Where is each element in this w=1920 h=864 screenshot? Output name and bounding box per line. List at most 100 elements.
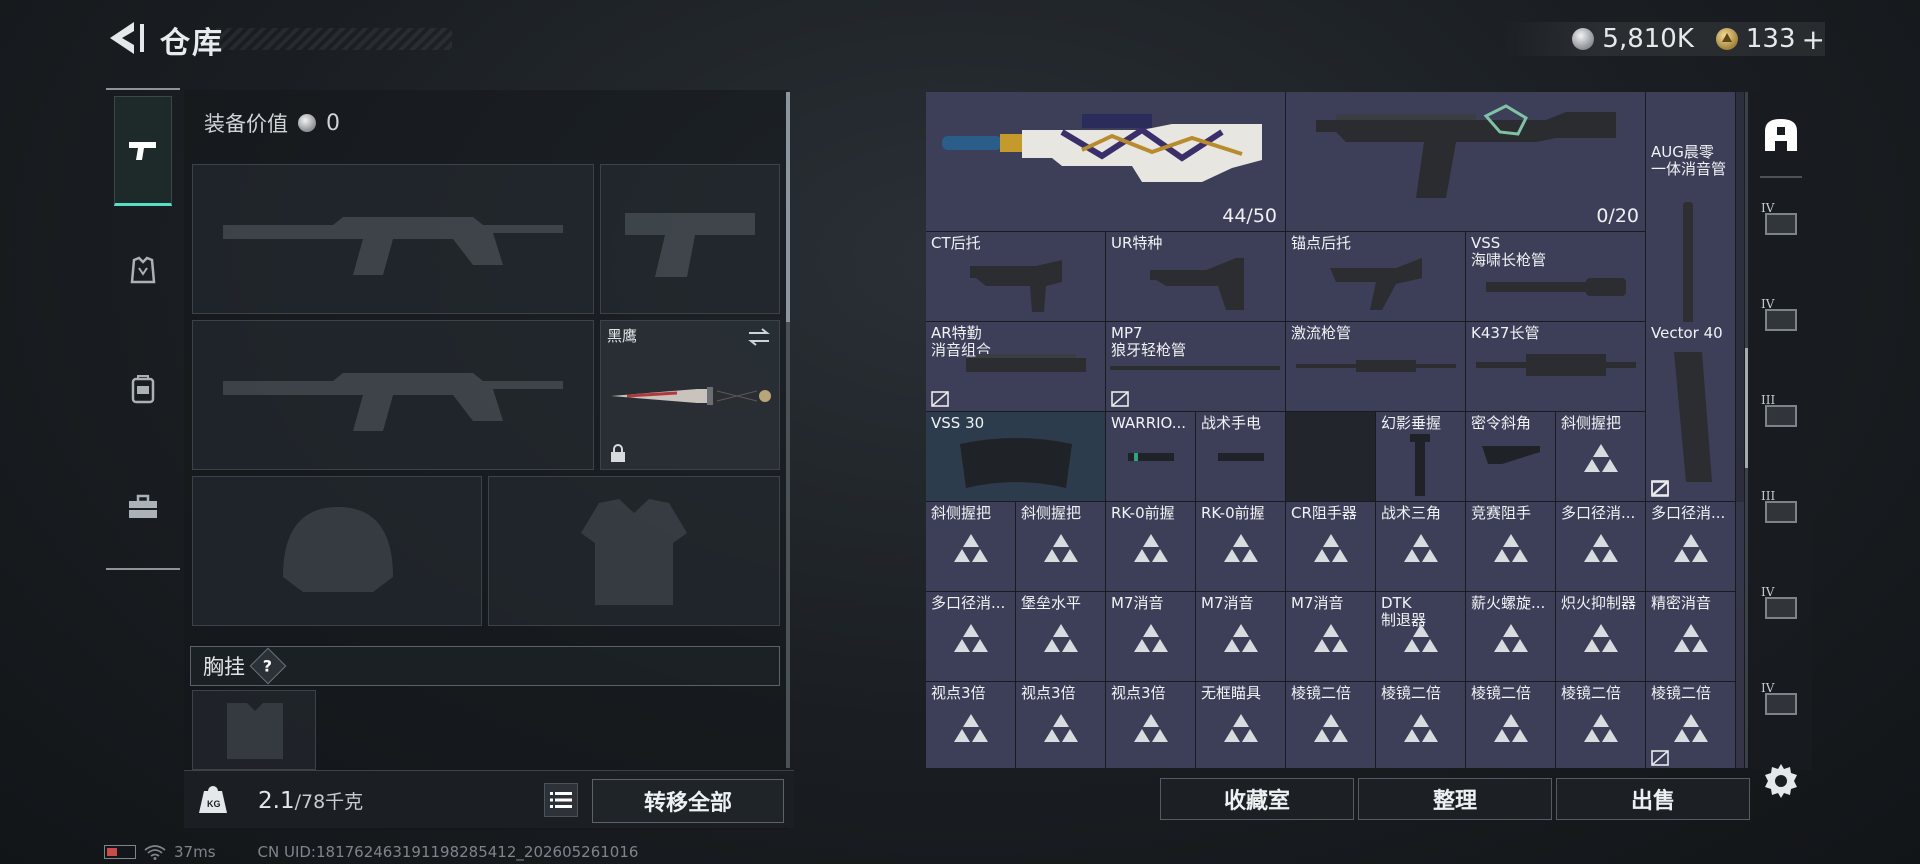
sidebar-tier-tab[interactable]: III — [1756, 378, 1806, 448]
storage-item[interactable]: 视点3倍 — [1106, 682, 1196, 768]
item-label: M7消音 — [1291, 594, 1344, 612]
storage-item[interactable]: CR阻手器 — [1286, 502, 1376, 592]
add-gold-button[interactable]: + — [1802, 23, 1825, 56]
status-bar: 37ms CN UID:18176246319119828541​2_20260… — [104, 842, 638, 862]
sidebar-tier-tab[interactable]: III — [1756, 474, 1806, 544]
carry-weight: 2.1/78千克 — [258, 787, 363, 814]
body-armor-slot[interactable] — [488, 476, 780, 626]
storage-item[interactable]: 激流枪管 — [1286, 322, 1466, 412]
sidebar-tier-tab[interactable]: IV — [1756, 282, 1806, 352]
storage-item[interactable]: UR特种 — [1106, 232, 1286, 322]
sidearm-slot[interactable] — [600, 164, 780, 314]
sidebar-tier-tab[interactable]: IV — [1756, 186, 1806, 256]
sidebar-tier-tab[interactable]: IV — [1756, 570, 1806, 640]
tab-weapons[interactable] — [114, 96, 172, 206]
tab-armor[interactable] — [114, 216, 172, 326]
storage-item[interactable]: CT后托 — [926, 232, 1106, 322]
storage-item[interactable]: 锚点后托 — [1286, 232, 1466, 322]
collection-room-button[interactable]: 收藏室 — [1160, 778, 1354, 820]
helmet-silhouette-icon — [283, 507, 393, 592]
storage-item[interactable]: 炽火抑制器 — [1556, 592, 1646, 682]
equipment-scroll-thumb[interactable] — [786, 92, 790, 322]
melee-slot[interactable]: 黑鹰 — [600, 320, 780, 470]
item-label: RK-0前握 — [1201, 504, 1265, 522]
storage-item[interactable]: 精密消音 — [1646, 592, 1736, 682]
item-label: 无框瞄具 — [1201, 684, 1262, 702]
storage-main-tab[interactable] — [1756, 100, 1806, 170]
storage-item[interactable]: M7消音 — [1196, 592, 1286, 682]
storage-item[interactable]: 棱镜二倍 — [1286, 682, 1376, 768]
storage-item[interactable]: K437长管 — [1466, 322, 1646, 412]
storage-item-p90[interactable]: 44/50 — [926, 92, 1286, 232]
transfer-all-button[interactable]: 转移全部 — [592, 779, 784, 823]
storage-item[interactable]: WARRIO... — [1106, 412, 1196, 502]
storage-item[interactable]: 多口径消... — [926, 592, 1016, 682]
back-arrow-icon[interactable] — [104, 18, 148, 58]
storage-item[interactable]: 幻影垂握 — [1376, 412, 1466, 502]
list-icon — [550, 792, 572, 808]
backpack-icon — [131, 375, 155, 404]
storage-item[interactable]: 棱镜二倍 — [1376, 682, 1466, 768]
storage-item[interactable]: 堡垒水平 — [1016, 592, 1106, 682]
storage-item[interactable]: DTK 制退器 — [1376, 592, 1466, 682]
storage-item[interactable]: 棱镜二倍 — [1466, 682, 1556, 768]
list-view-button[interactable] — [544, 783, 578, 817]
storage-item[interactable]: RK-0前握 — [1196, 502, 1286, 592]
organize-button[interactable]: 整理 — [1358, 778, 1552, 820]
helmet-slot[interactable] — [192, 476, 482, 626]
unknown-item-icon — [1673, 534, 1708, 563]
storage-item[interactable]: 斜侧握把 — [1016, 502, 1106, 592]
storage-item[interactable]: 多口径消... — [1556, 502, 1646, 592]
storage-item[interactable]: 无框瞄具 — [1196, 682, 1286, 768]
help-glyph: ? — [263, 656, 273, 676]
storage-empty-cell[interactable] — [1286, 412, 1376, 502]
storage-item[interactable]: Vector 40 — [1646, 322, 1736, 502]
storage-grid-lower: 斜侧握把 斜侧握把 RK-0前握 RK-0前握 CR阻手器 战术三角 竞赛阻手 多口径消...… — [926, 502, 1744, 768]
storage-item[interactable]: M7消音 — [1286, 592, 1376, 682]
unknown-item-icon — [1583, 714, 1618, 743]
storage-item[interactable]: RK-0前握 — [1106, 502, 1196, 592]
storage-item[interactable]: 视点3倍 — [926, 682, 1016, 768]
unknown-item-icon — [1313, 714, 1348, 743]
item-label: 斜侧握把 — [1561, 414, 1622, 432]
storage-item[interactable]: 密令斜角 — [1466, 412, 1556, 502]
storage-item[interactable]: MP7 狼牙轻枪管 — [1106, 322, 1286, 412]
storage-item[interactable]: 战术三角 — [1376, 502, 1466, 592]
gold-coin-icon — [1715, 28, 1738, 50]
settings-gear-icon[interactable] — [1762, 762, 1800, 800]
item-label: M7消音 — [1111, 594, 1164, 612]
swap-icon[interactable] — [747, 327, 771, 347]
storage-item[interactable]: 棱镜二倍 — [1556, 682, 1646, 768]
unknown-item-icon — [953, 714, 988, 743]
sidebar-tier-tab[interactable]: IV — [1756, 666, 1806, 736]
secondary-weapon-slot[interactable] — [192, 320, 594, 470]
storage-item[interactable]: M7消音 — [1106, 592, 1196, 682]
chest-rig-slot[interactable] — [192, 690, 316, 770]
help-icon[interactable]: ? — [249, 647, 287, 685]
storage-item[interactable]: 视点3倍 — [1016, 682, 1106, 768]
tab-backpack[interactable] — [114, 334, 172, 444]
storage-item[interactable]: AR特勤 消音组合 — [926, 322, 1106, 412]
barrel-icon — [1476, 354, 1636, 376]
storage-item-smg[interactable]: 0/20 — [1286, 92, 1646, 232]
storage-item[interactable]: VSS 海啸长枪管 — [1466, 232, 1646, 322]
storage-item[interactable]: VSS 30 — [926, 412, 1106, 502]
storage-item[interactable]: 薪火螺旋... — [1466, 592, 1556, 682]
unknown-item-icon — [1133, 534, 1168, 563]
item-label: 密令斜角 — [1471, 414, 1532, 432]
header: 仓库 5,810K 133 + — [0, 0, 1920, 80]
storage-item[interactable]: 竞赛阻手 — [1466, 502, 1556, 592]
storage-item[interactable]: 斜侧握把 — [926, 502, 1016, 592]
item-label: 锚点后托 — [1291, 234, 1352, 252]
tab-toolbox[interactable] — [114, 452, 172, 562]
item-label: K437长管 — [1471, 324, 1540, 342]
weight-bar: KG 2.1/78千克 转移全部 — [184, 770, 794, 828]
equipment-value-row: 装备价值 0 — [204, 108, 340, 138]
storage-item[interactable]: 战术手电 — [1196, 412, 1286, 502]
storage-scroll-thumb[interactable] — [1745, 348, 1748, 468]
primary-weapon-slot[interactable] — [192, 164, 594, 314]
storage-item[interactable]: 多口径消... — [1646, 502, 1736, 592]
storage-item[interactable]: 斜侧握把 — [1556, 412, 1646, 502]
sell-button[interactable]: 出售 — [1556, 778, 1750, 820]
container-icon — [1765, 501, 1797, 523]
